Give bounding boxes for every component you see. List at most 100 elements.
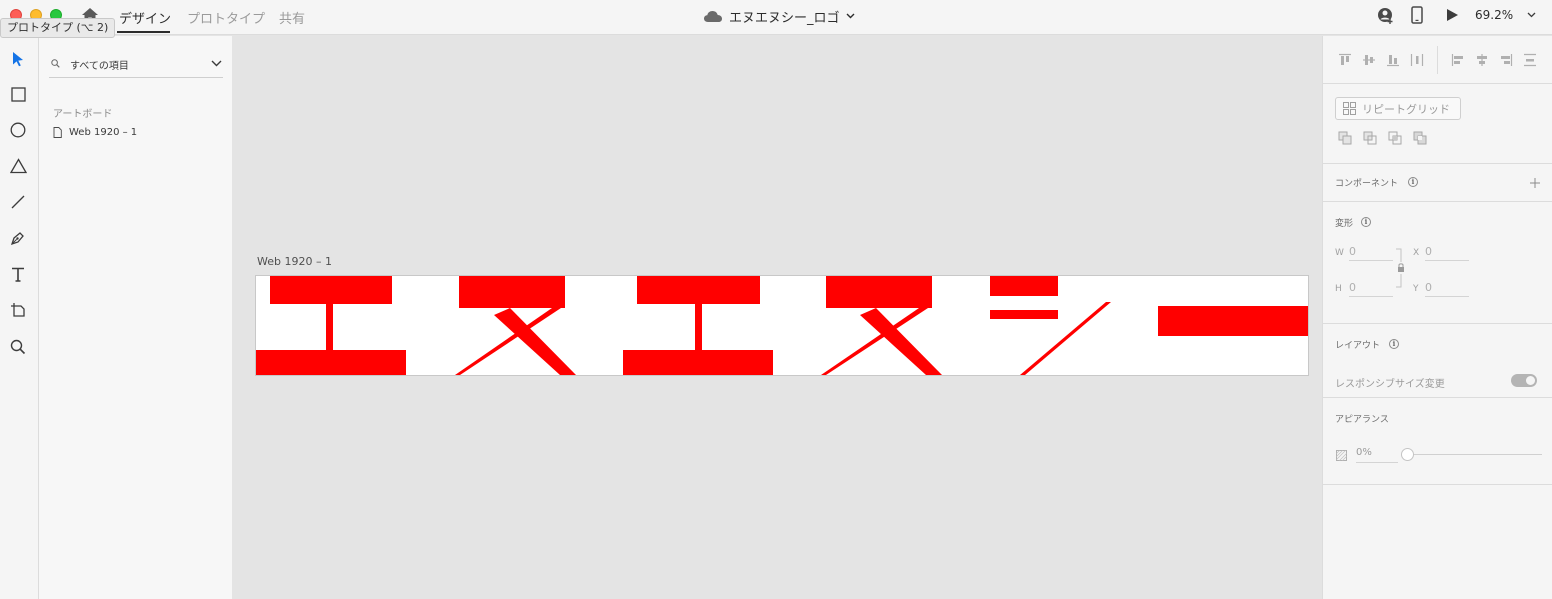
page-icon [53,127,62,138]
select-tool[interactable] [9,50,27,68]
artboard[interactable] [255,275,1309,376]
align-middle-icon[interactable] [1362,53,1376,67]
opacity-slider-track[interactable] [1407,454,1542,455]
logo-stroke [1158,306,1308,336]
text-tool[interactable] [9,265,27,283]
appearance-title: アピアランス [1335,415,1389,425]
align-right-icon[interactable] [1499,53,1513,67]
grid-icon [1343,102,1356,115]
layout-title: レイアウト [1335,341,1381,351]
rectangle-tool[interactable] [9,85,27,103]
boolean-add-icon[interactable] [1338,131,1352,145]
logo-stroke [326,304,333,350]
align-divider [1437,46,1438,74]
x-field[interactable]: 0 [1425,245,1469,261]
property-inspector: リピートグリッド コンポーネント i 変形 i W 0 H 0 X 0 Y 0 … [1322,36,1552,599]
tab-share[interactable]: 共有 [279,8,305,27]
chevron-down-icon [211,60,222,67]
logo-artwork[interactable] [256,276,1308,375]
zoom-tool[interactable] [9,338,27,356]
boolean-subtract-icon[interactable] [1363,131,1377,145]
x-label: X [1413,248,1420,258]
title-bar: デザイン プロトタイプ 共有 エヌエヌシー_ロゴ 69.2% [0,0,1552,35]
responsive-resize-label: レスポンシブサイズ変更 [1335,379,1445,390]
artboard-icon [11,303,25,317]
tab-design[interactable]: デザイン [119,8,171,27]
align-bottom-icon[interactable] [1386,53,1400,67]
lock-aspect-icon[interactable] [1395,248,1405,288]
logo-stroke [270,276,392,304]
arrow-select-icon [13,52,23,67]
layer-item-label: Web 1920 – 1 [69,127,138,138]
triangle-icon [9,158,27,174]
logo-stroke [695,304,702,350]
pen-icon [10,232,24,246]
logo-stroke [990,310,1058,319]
xd-window: デザイン プロトタイプ 共有 エヌエヌシー_ロゴ 69.2% プロトタイプ (⌥… [0,0,1552,599]
logo-stroke [990,276,1058,296]
info-icon[interactable]: i [1389,339,1399,349]
active-tab-indicator [117,31,170,33]
opacity-field[interactable]: 0% [1356,447,1398,463]
info-icon[interactable]: i [1408,177,1418,187]
info-icon[interactable]: i [1361,217,1371,227]
boolean-intersect-icon[interactable] [1388,131,1402,145]
cloud-icon [704,10,722,22]
y-field[interactable]: 0 [1425,281,1469,297]
line-icon [11,195,25,209]
tab-prototype[interactable]: プロトタイプ [187,8,265,27]
logo-stroke [256,350,406,375]
artboard-title[interactable]: Web 1920 – 1 [257,255,332,268]
pen-tool[interactable] [9,229,27,247]
distribute-vertical-icon[interactable] [1410,53,1424,67]
logo-stroke [826,276,932,308]
repeat-grid-button[interactable]: リピートグリッド [1335,97,1461,120]
height-field[interactable]: 0 [1349,281,1393,297]
align-section [1323,36,1552,84]
invite-user-icon[interactable] [1377,7,1395,25]
distribute-horizontal-icon[interactable] [1523,53,1537,67]
zoom-menu[interactable]: 69.2% [1475,8,1536,22]
width-field[interactable]: 0 [1349,245,1393,261]
align-center-icon[interactable] [1475,53,1489,67]
repeat-grid-section: リピートグリッド [1323,84,1552,164]
text-icon [12,267,24,282]
boolean-exclude-icon[interactable] [1413,131,1427,145]
layers-section-title: アートボード [53,109,113,120]
device-preview-icon[interactable] [1411,6,1423,24]
artboard-tool[interactable] [9,301,27,319]
rectangle-icon [10,86,26,102]
transform-title: 変形 [1335,219,1354,229]
layer-filter-dropdown[interactable]: すべての項目 [49,52,223,78]
add-icon[interactable] [1530,178,1540,188]
chevron-down-icon [846,13,855,19]
ellipse-icon [10,122,26,138]
width-label: W [1335,248,1344,258]
transform-section: 変形 i W 0 H 0 X 0 Y 0 [1323,202,1552,324]
repeat-grid-label: リピートグリッド [1362,102,1450,116]
height-label: H [1335,284,1342,294]
document-title: エヌエヌシー_ロゴ [729,10,840,26]
responsive-resize-toggle[interactable] [1511,374,1537,387]
chevron-down-icon [1527,12,1536,18]
opacity-slider-handle[interactable] [1401,448,1414,461]
layers-panel: すべての項目 アートボード Web 1920 – 1 [39,36,232,599]
play-preview-icon[interactable] [1445,8,1459,22]
search-icon [51,59,60,68]
logo-stroke [637,276,760,304]
logo-stroke [623,350,773,375]
tooltip: プロトタイプ (⌥ 2) [0,18,116,38]
layer-item-artboard[interactable]: Web 1920 – 1 [53,127,137,138]
logo-stroke [459,276,565,308]
opacity-icon [1336,450,1347,461]
appearance-section: アピアランス 0% [1323,398,1552,485]
align-top-icon[interactable] [1338,53,1352,67]
document-title-menu[interactable]: エヌエヌシー_ロゴ [703,6,855,26]
polygon-tool[interactable] [9,157,27,175]
align-left-icon[interactable] [1451,53,1465,67]
component-section: コンポーネント i [1323,164,1552,202]
design-canvas[interactable]: Web 1920 – 1 [232,36,1322,599]
line-tool[interactable] [9,193,27,211]
magnifier-icon [10,339,26,355]
ellipse-tool[interactable] [9,121,27,139]
